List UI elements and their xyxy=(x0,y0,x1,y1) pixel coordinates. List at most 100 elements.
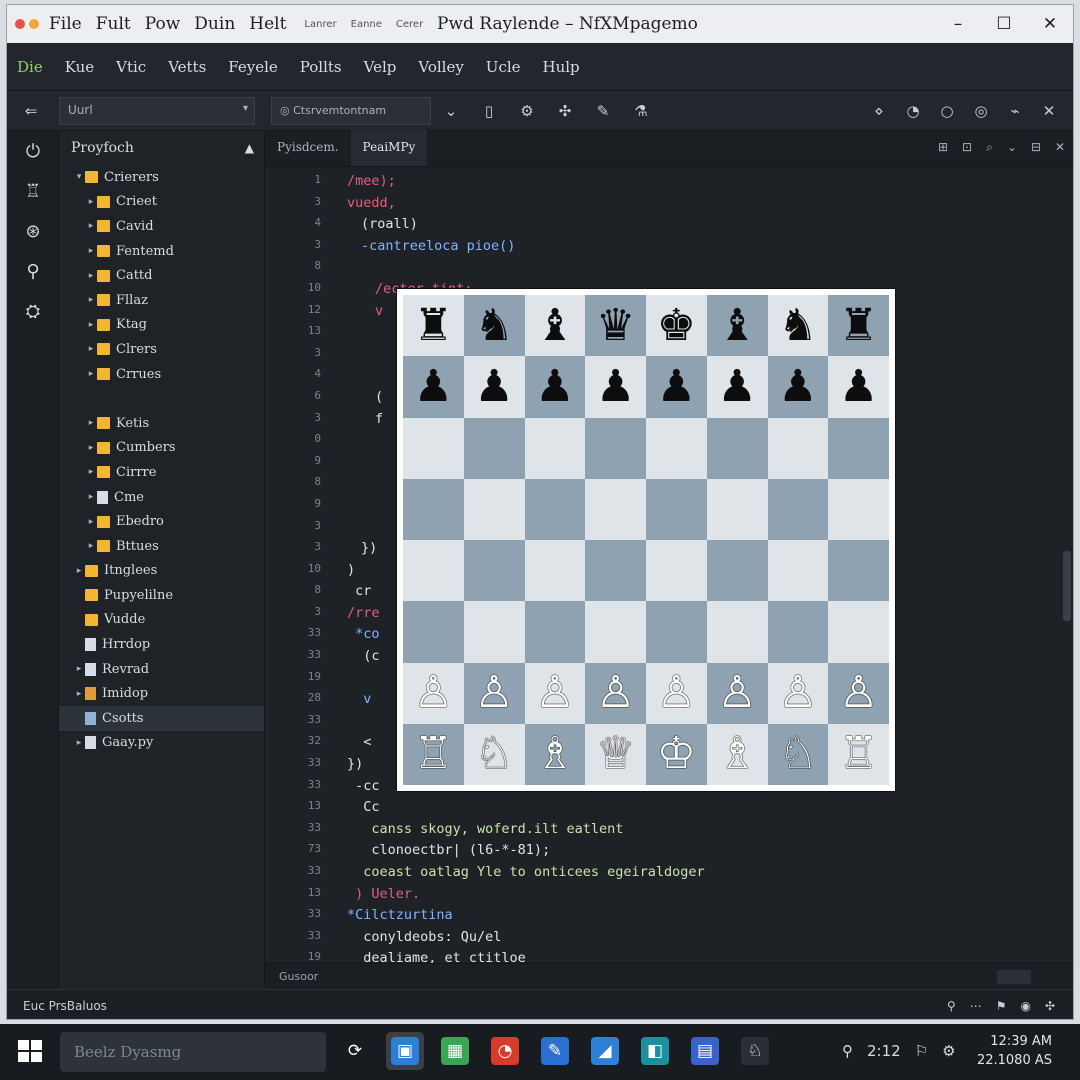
white-piece-icon[interactable]: ♙ xyxy=(596,671,635,715)
black-piece-icon[interactable]: ♟ xyxy=(778,364,817,409)
board-square[interactable] xyxy=(403,601,464,663)
tree-item[interactable]: ▸ Cavid xyxy=(59,214,264,239)
panel-icon[interactable]: ▯ xyxy=(475,97,503,125)
chessboard[interactable]: ♜ ♞ ♝ ♛ ♚ ♝ ♞ ♜ ♟ ♟ ♟ ♟ ♟ ♟ ♟ ♟ ♙ ♙ ♙ ♙ ♙ ♙ ♙ ♙ ♖ ♘ ♗ ♕ ♔ ♗ ♘ ♖ xyxy=(403,295,889,785)
taskbar-app-app-teal[interactable]: ◧ xyxy=(636,1032,674,1070)
app-menu-item[interactable]: Die xyxy=(17,58,43,76)
board-square[interactable] xyxy=(403,478,464,540)
tree-toggle-icon[interactable]: ▸ xyxy=(85,246,97,256)
black-piece-icon[interactable]: ♜ xyxy=(839,303,878,348)
tray-text[interactable]: 2:12 xyxy=(867,1042,901,1060)
edit-icon[interactable]: ✎ xyxy=(589,97,617,125)
board-square[interactable] xyxy=(585,478,646,540)
black-piece-icon[interactable]: ♞ xyxy=(474,303,513,348)
board-square[interactable] xyxy=(585,601,646,663)
tree-toggle-icon[interactable]: ▸ xyxy=(85,344,97,354)
board-square[interactable] xyxy=(706,540,768,602)
tree-item[interactable]: ▸ Crieet xyxy=(59,190,264,215)
tree-item[interactable]: ▸ Ketis xyxy=(59,411,264,436)
board-square[interactable]: ♟ xyxy=(463,356,525,418)
search-icon[interactable]: ⚲ xyxy=(7,251,59,291)
interpreter-select[interactable]: Uurl ▾ xyxy=(59,97,255,125)
board-square[interactable]: ♗ xyxy=(524,723,586,785)
board-square[interactable]: ♔ xyxy=(646,723,707,785)
tray-search-icon[interactable]: ⚲ xyxy=(842,1042,853,1060)
board-square[interactable] xyxy=(706,417,768,479)
black-piece-icon[interactable]: ♚ xyxy=(657,303,696,348)
record-icon[interactable]: ◉ xyxy=(1020,999,1030,1013)
white-piece-icon[interactable]: ♘ xyxy=(474,732,513,776)
white-piece-icon[interactable]: ♘ xyxy=(778,732,817,776)
board-square[interactable] xyxy=(403,540,464,602)
board-square[interactable] xyxy=(646,478,707,540)
back-icon[interactable]: ⇐ xyxy=(17,97,45,125)
window-menu-item[interactable]: Helt xyxy=(249,14,286,34)
collapse-icon[interactable]: ▲ xyxy=(245,141,254,155)
window-menu-item[interactable]: File xyxy=(49,14,82,34)
settings-icon[interactable]: ⚙ xyxy=(513,97,541,125)
black-piece-icon[interactable]: ♟ xyxy=(414,364,453,409)
white-piece-icon[interactable]: ♙ xyxy=(535,671,574,715)
board-square[interactable]: ♖ xyxy=(828,723,889,785)
debug-icon[interactable]: ✣ xyxy=(551,97,579,125)
board-square[interactable]: ♟ xyxy=(646,356,707,418)
tree-toggle-icon[interactable]: ▾ xyxy=(73,172,85,182)
board-square[interactable]: ♞ xyxy=(767,295,829,357)
board-square[interactable]: ♗ xyxy=(706,723,768,785)
window-menu-item[interactable]: Fult xyxy=(96,14,131,34)
flag-icon[interactable]: ⚑ xyxy=(996,999,1007,1013)
board-square[interactable] xyxy=(463,478,525,540)
black-piece-icon[interactable]: ♟ xyxy=(474,364,513,409)
board-square[interactable] xyxy=(463,417,525,479)
taskbar-app-app-doc[interactable]: ▤ xyxy=(686,1032,724,1070)
board-square[interactable]: ♟ xyxy=(403,356,464,418)
black-piece-icon[interactable]: ♞ xyxy=(778,303,817,348)
board-square[interactable]: ♙ xyxy=(585,662,646,724)
find-icon[interactable]: ⌕ xyxy=(986,140,993,155)
code-line[interactable]: *Cilctzurtina xyxy=(347,907,705,929)
app-menu-item[interactable]: Ucle xyxy=(486,58,521,76)
minimize-button[interactable]: – xyxy=(935,5,981,43)
tree-item[interactable]: ▾ Crierers xyxy=(59,165,264,190)
link-icon[interactable]: ⌁ xyxy=(1001,97,1029,125)
black-piece-icon[interactable]: ♜ xyxy=(414,303,453,348)
tree-toggle-icon[interactable]: ▸ xyxy=(73,738,85,748)
board-square[interactable]: ♙ xyxy=(524,662,586,724)
small-label[interactable]: Cerer xyxy=(396,19,423,30)
minimize-dot-icon[interactable] xyxy=(29,19,39,29)
tray-flag-icon[interactable]: ⚐ xyxy=(915,1042,928,1060)
taskbar-app-app-blue[interactable]: ✎ xyxy=(536,1032,574,1070)
board-square[interactable]: ♝ xyxy=(706,295,768,357)
code-line[interactable]: /mee); xyxy=(347,173,705,195)
board-square[interactable] xyxy=(585,540,646,602)
black-piece-icon[interactable]: ♟ xyxy=(839,364,878,409)
board-square[interactable]: ♖ xyxy=(403,723,464,785)
tree-toggle-icon[interactable]: ▸ xyxy=(85,221,97,231)
app-menu-item[interactable]: Velp xyxy=(364,58,397,76)
tree-item[interactable]: ▸ Cirrre xyxy=(59,460,264,485)
code-line[interactable]: conyldeobs: Qu/el xyxy=(347,929,705,951)
app-menu-item[interactable]: Vetts xyxy=(168,58,206,76)
board-square[interactable] xyxy=(524,540,586,602)
white-piece-icon[interactable]: ♔ xyxy=(657,732,696,776)
tree-item[interactable]: ▸ Itnglees xyxy=(59,559,264,584)
tree-item[interactable]: ▸ Cattd xyxy=(59,263,264,288)
code-line[interactable]: Cc xyxy=(347,799,705,821)
minimize-panel-icon[interactable]: ⊟ xyxy=(1031,140,1041,155)
black-piece-icon[interactable]: ♟ xyxy=(596,364,635,409)
tree-item[interactable]: Vudde xyxy=(59,608,264,633)
tree-toggle-icon[interactable]: ▸ xyxy=(73,566,85,576)
code-line[interactable]: ) Ueler. xyxy=(347,886,705,908)
start-button-icon[interactable] xyxy=(18,1040,44,1064)
app-menu-item[interactable]: Volley xyxy=(418,58,463,76)
editor-tab-active[interactable]: PeaiMPy xyxy=(350,130,428,166)
board-square[interactable]: ♙ xyxy=(767,662,829,724)
frame-icon[interactable]: ⊡ xyxy=(962,140,972,155)
white-piece-icon[interactable]: ♗ xyxy=(717,732,756,776)
app-menu-item[interactable]: Feyele xyxy=(228,58,278,76)
window-menu-item[interactable]: Pow xyxy=(145,14,181,34)
chevron-down-icon[interactable]: ⌄ xyxy=(1007,140,1017,155)
black-piece-icon[interactable]: ♛ xyxy=(596,303,635,348)
tree-toggle-icon[interactable]: ▸ xyxy=(73,689,85,699)
app-menu-item[interactable]: Vtic xyxy=(116,58,146,76)
